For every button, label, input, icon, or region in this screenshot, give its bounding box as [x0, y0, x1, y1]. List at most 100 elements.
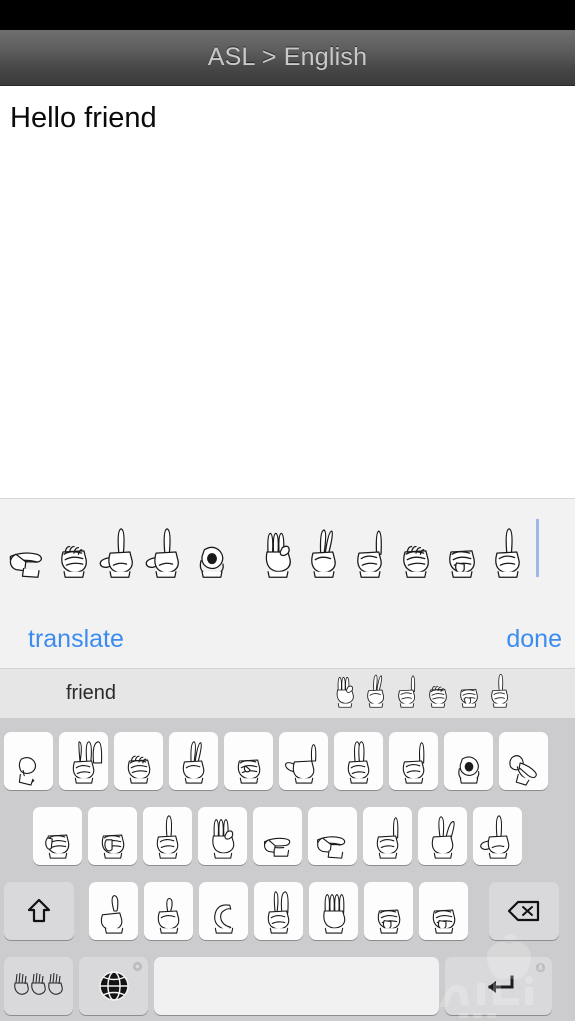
key-n[interactable]: [364, 882, 413, 940]
globe-icon: [98, 971, 129, 1001]
asl-letter-L: [99, 528, 133, 578]
asl-letter-N: [449, 550, 475, 578]
asl-letter-T: [237, 759, 260, 784]
keyboard-row-4: [0, 957, 575, 1015]
asl-letter-W: [72, 741, 102, 784]
compose-glyph: [394, 523, 438, 581]
key-r[interactable]: [169, 732, 218, 790]
key-u[interactable]: [334, 732, 383, 790]
shift-arrow-icon: [27, 898, 51, 923]
asl-letter-U: [347, 741, 369, 784]
key-d[interactable]: [143, 807, 192, 865]
compose-glyph: [256, 523, 300, 581]
suggestion-bar[interactable]: friend: [0, 668, 575, 720]
asl-letter-J: [376, 817, 398, 859]
asl-letter-D: [491, 673, 509, 708]
key-c[interactable]: [199, 882, 248, 940]
compose-actions: translate done: [0, 617, 575, 669]
asl-letter-B: [322, 894, 345, 934]
keyboard-row-2: [0, 807, 575, 865]
asl-letter-N: [460, 688, 478, 708]
asl-letter-L: [145, 528, 179, 578]
compose-glyph-line[interactable]: [6, 511, 539, 581]
asl-letter-P: [508, 755, 537, 786]
asl-letter-R: [311, 529, 336, 578]
keyboard-row-1: [0, 732, 575, 790]
key-h[interactable]: [308, 807, 357, 865]
compose-glyph: [144, 523, 188, 581]
asl-letter-D: [156, 815, 178, 859]
done-button[interactable]: done: [506, 625, 562, 654]
return-arrow-icon: [487, 975, 513, 993]
asl-letter-F: [265, 532, 291, 578]
compose-glyph: [98, 523, 142, 581]
shift-key[interactable]: [4, 882, 74, 940]
return-key[interactable]: [445, 957, 552, 1015]
compose-glyph: [52, 523, 96, 581]
backspace-key[interactable]: [489, 882, 559, 940]
compose-glyph: [302, 523, 346, 581]
asl-letter-C: [213, 904, 233, 934]
key-k[interactable]: [418, 807, 467, 865]
document-area[interactable]: Hello friend: [0, 86, 575, 498]
asl-letter-F: [211, 819, 234, 859]
phone-screen: ASL > English Hello friend translate don…: [0, 0, 575, 1021]
key-m[interactable]: [419, 882, 468, 940]
key-f[interactable]: [198, 807, 247, 865]
key-x[interactable]: [144, 882, 193, 940]
asl-keyboard: [0, 718, 575, 1021]
key-e[interactable]: [114, 732, 163, 790]
compose-area[interactable]: translate done: [0, 498, 575, 669]
gear-badge-icon: [132, 961, 143, 972]
asl-letter-H: [9, 552, 43, 578]
translate-button[interactable]: translate: [28, 625, 124, 654]
asl-letter-N: [377, 909, 400, 934]
key-s[interactable]: [88, 807, 137, 865]
asl-letter-H: [316, 836, 345, 859]
asl-letter-X: [157, 897, 179, 934]
key-t[interactable]: [224, 732, 273, 790]
asl-letter-R: [367, 674, 385, 708]
asl-letter-I: [357, 530, 382, 578]
asl-mode-key[interactable]: [4, 957, 73, 1015]
key-y[interactable]: [279, 732, 328, 790]
asl-letter-R: [182, 741, 204, 784]
key-l[interactable]: [473, 807, 522, 865]
suggestion-glyph: [330, 670, 360, 715]
asl-letter-Y: [284, 744, 316, 784]
compose-glyph: [486, 523, 530, 581]
asl-hands-icon: [13, 972, 63, 995]
backspace-icon: [507, 900, 540, 922]
key-g[interactable]: [253, 807, 302, 865]
keyboard-row-3: [0, 882, 575, 940]
globe-key[interactable]: [79, 957, 148, 1015]
text-caret: [536, 519, 539, 577]
compose-glyph: [440, 523, 484, 581]
key-v[interactable]: [254, 882, 303, 940]
page-title: ASL > English: [207, 43, 368, 71]
suggestion-glyphs[interactable]: [330, 673, 516, 715]
key-q[interactable]: [4, 732, 53, 790]
asl-letter-O: [457, 756, 479, 784]
nav-header: ASL > English: [0, 30, 575, 86]
mic-badge-icon: [535, 962, 546, 973]
key-j[interactable]: [363, 807, 412, 865]
compose-glyph: [348, 523, 392, 581]
key-w[interactable]: [59, 732, 108, 790]
key-a[interactable]: [33, 807, 82, 865]
asl-letter-I: [402, 742, 424, 784]
key-b[interactable]: [309, 882, 358, 940]
asl-letter-L: [479, 815, 509, 859]
space-key[interactable]: [154, 957, 439, 1015]
asl-letter-G: [263, 837, 290, 857]
suggestion-glyph: [485, 670, 515, 715]
asl-letter-F: [336, 676, 354, 708]
suggestion-word[interactable]: friend: [66, 682, 116, 705]
key-o[interactable]: [444, 732, 493, 790]
key-i[interactable]: [389, 732, 438, 790]
asl-letter-E: [403, 545, 429, 578]
key-z[interactable]: [89, 882, 138, 940]
asl-letter-E: [61, 545, 87, 578]
key-p[interactable]: [499, 732, 548, 790]
asl-letter-A: [44, 834, 69, 859]
